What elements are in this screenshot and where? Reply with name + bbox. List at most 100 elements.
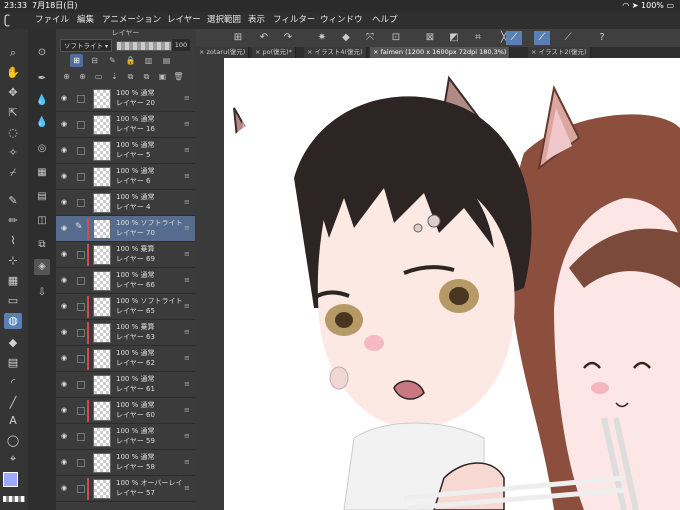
figure-icon[interactable]: ◜ — [4, 375, 22, 391]
lock-alpha-icon[interactable]: ▥ — [142, 54, 155, 67]
crop-icon[interactable]: ⌗ — [470, 31, 486, 45]
layer-menu-icon[interactable]: ≡ — [184, 224, 190, 233]
magic-wand-icon[interactable]: ✧ — [4, 145, 22, 161]
close-icon[interactable]: × — [199, 48, 207, 56]
subtool-drop-icon[interactable]: 💧 — [34, 93, 50, 109]
zoom-icon[interactable]: ⌕ — [4, 45, 22, 61]
layer-lock-checkbox[interactable] — [77, 433, 85, 441]
opacity-slider[interactable] — [116, 41, 172, 51]
layer-menu-icon[interactable]: ≡ — [184, 276, 190, 285]
layer-lock-checkbox[interactable] — [77, 485, 85, 493]
layer-menu-icon[interactable]: ≡ — [184, 406, 190, 415]
layer-lock-checkbox[interactable] — [77, 407, 85, 415]
eye-icon[interactable]: ◉ — [61, 458, 71, 467]
tab-document[interactable]: × イラスト2(復元) — [528, 47, 591, 58]
layer-lock-checkbox[interactable] — [77, 303, 85, 311]
menu-animation[interactable]: アニメーション — [102, 12, 161, 29]
layer-row[interactable]: ◉ 100 % 通常 レイヤー 16 ≡ — [56, 112, 195, 138]
layer-menu-icon[interactable]: ≡ — [184, 146, 190, 155]
layer-menu-icon[interactable]: ≡ — [184, 94, 190, 103]
eye-icon[interactable]: ◉ — [61, 328, 71, 337]
tab-document[interactable]: × イラスト4(復元) — [304, 47, 367, 58]
ref-layer-icon[interactable]: ⊟ — [88, 54, 101, 67]
fill-selection-icon[interactable]: ◆ — [338, 31, 354, 45]
layer-row[interactable]: ◉ 100 % 通常 レイヤー 5 ≡ — [56, 138, 195, 164]
menu-layer[interactable]: レイヤー — [167, 12, 201, 29]
new-raster-icon[interactable]: ⊕ — [60, 70, 73, 83]
layer-row[interactable]: ◉ ✎ 100 % ソフトライト レイヤー 70 ≡ — [56, 216, 195, 242]
eye-icon[interactable]: ◉ — [61, 172, 71, 181]
color-set-icon[interactable]: ▦ — [34, 165, 50, 181]
layer-row[interactable]: ◉ 100 % 通常 レイヤー 6 ≡ — [56, 164, 195, 190]
layer-lock-checkbox[interactable] — [77, 355, 85, 363]
clip-icon[interactable]: ⊞ — [70, 54, 83, 67]
layer-row[interactable]: ◉ 100 % 通常 レイヤー 4 ≡ — [56, 190, 195, 216]
help-icon[interactable]: ? — [594, 31, 610, 45]
subtool-drop2-icon[interactable]: 💧 — [34, 115, 50, 131]
color-wheel-icon[interactable]: ◎ — [34, 141, 50, 157]
layer-lock-checkbox[interactable] — [77, 147, 85, 155]
balloon-icon[interactable]: ◯ — [4, 433, 22, 449]
layer-row[interactable]: ◉ 100 % 通常 レイヤー 20 ≡ — [56, 86, 195, 112]
pencil-icon[interactable]: ✏ — [4, 213, 22, 229]
select-all-icon[interactable]: ⊡ — [388, 31, 404, 45]
gradient-icon[interactable]: ▤ — [4, 355, 22, 371]
layer-row[interactable]: ◉ 100 % 通常 レイヤー 66 ≡ — [56, 268, 195, 294]
layer-menu-icon[interactable]: ≡ — [184, 354, 190, 363]
layer-row[interactable]: ◉ 100 % 通常 レイヤー 60 ≡ — [56, 398, 195, 424]
eyedropper-icon[interactable]: ⌿ — [4, 165, 22, 181]
eye-icon[interactable]: ◉ — [61, 354, 71, 363]
navigator-icon[interactable]: ⊙ — [34, 45, 50, 61]
snap-grid-icon[interactable]: ⟋ — [560, 31, 576, 45]
close-icon[interactable]: × — [307, 48, 315, 56]
menu-selection[interactable]: 選択範囲 — [207, 12, 241, 29]
layer-lock-checkbox[interactable] — [77, 329, 85, 337]
layer-lock-checkbox[interactable] — [77, 173, 85, 181]
layer-menu-icon[interactable]: ≡ — [184, 198, 190, 207]
opacity-value[interactable]: 100 — [172, 39, 190, 51]
layer-menu-icon[interactable]: ≡ — [184, 458, 190, 467]
transform-icon[interactable]: ⤧ — [362, 31, 378, 45]
eraser-icon[interactable]: ▭ — [4, 293, 22, 309]
lock-icon[interactable]: 🔒 — [124, 54, 137, 67]
menu-edit[interactable]: 編集 — [77, 12, 94, 29]
layer-property-icon[interactable]: ⧉ — [34, 237, 50, 253]
menu-window[interactable]: ウィンドウ — [320, 12, 363, 29]
new-vector-icon[interactable]: ⊕ — [76, 70, 89, 83]
main-color-swatch[interactable] — [3, 472, 18, 487]
subtool-pen-icon[interactable]: ✒ — [34, 71, 50, 87]
draft-icon[interactable]: ✎ — [106, 54, 119, 67]
clip-studio-logo-icon[interactable]: ʗ — [4, 13, 26, 28]
tab-document[interactable]: × po(復元)* — [252, 47, 296, 58]
layer-row[interactable]: ◉ 100 % オーバーレイ レイヤー 57 ≡ — [56, 476, 195, 502]
operation-icon[interactable]: ⇱ — [4, 105, 22, 121]
undo-icon[interactable]: ↶ — [256, 31, 272, 45]
layer-lock-checkbox[interactable] — [77, 277, 85, 285]
eye-icon[interactable]: ◉ — [61, 406, 71, 415]
clear-icon[interactable]: ✷ — [314, 31, 330, 45]
new-icon[interactable]: ⊞ — [230, 31, 246, 45]
snap-ruler-icon[interactable]: ⟋ — [506, 31, 522, 45]
eye-icon[interactable]: ◉ — [61, 250, 71, 259]
layer-row[interactable]: ◉ 100 % 乗算 レイヤー 69 ≡ — [56, 242, 195, 268]
fill-icon[interactable]: ◆ — [4, 335, 22, 351]
layer-lock-checkbox[interactable] — [77, 199, 85, 207]
layer-row[interactable]: ◉ 100 % ソフトライト レイヤー 65 ≡ — [56, 294, 195, 320]
eye-icon[interactable]: ◉ — [61, 198, 71, 207]
canvas[interactable] — [224, 58, 680, 510]
layer-menu-icon[interactable]: ≡ — [184, 380, 190, 389]
menu-help[interactable]: ヘルプ — [372, 12, 398, 29]
material-icon[interactable]: ◫ — [34, 213, 50, 229]
hand-icon[interactable]: ✋ — [4, 65, 22, 81]
tab-document[interactable]: × faimen (1200 x 1600px 72dpi 180.3%) — [370, 47, 511, 58]
layer-menu-icon[interactable]: ≡ — [184, 120, 190, 129]
blend-mode-select[interactable]: ソフトライト ▾ — [60, 39, 112, 52]
merge-down-icon[interactable]: ⧉ — [124, 70, 137, 83]
deselect-icon[interactable]: ⊠ — [422, 31, 438, 45]
delete-layer-icon[interactable]: 🗑 — [172, 70, 185, 83]
layer-row[interactable]: ◉ 100 % 通常 レイヤー 62 ≡ — [56, 346, 195, 372]
menu-filter[interactable]: フィルター — [273, 12, 315, 29]
layer-menu-icon[interactable]: ≡ — [184, 432, 190, 441]
layer-row[interactable]: ◉ 100 % 通常 レイヤー 58 ≡ — [56, 450, 195, 476]
layer-lock-checkbox[interactable] — [77, 381, 85, 389]
